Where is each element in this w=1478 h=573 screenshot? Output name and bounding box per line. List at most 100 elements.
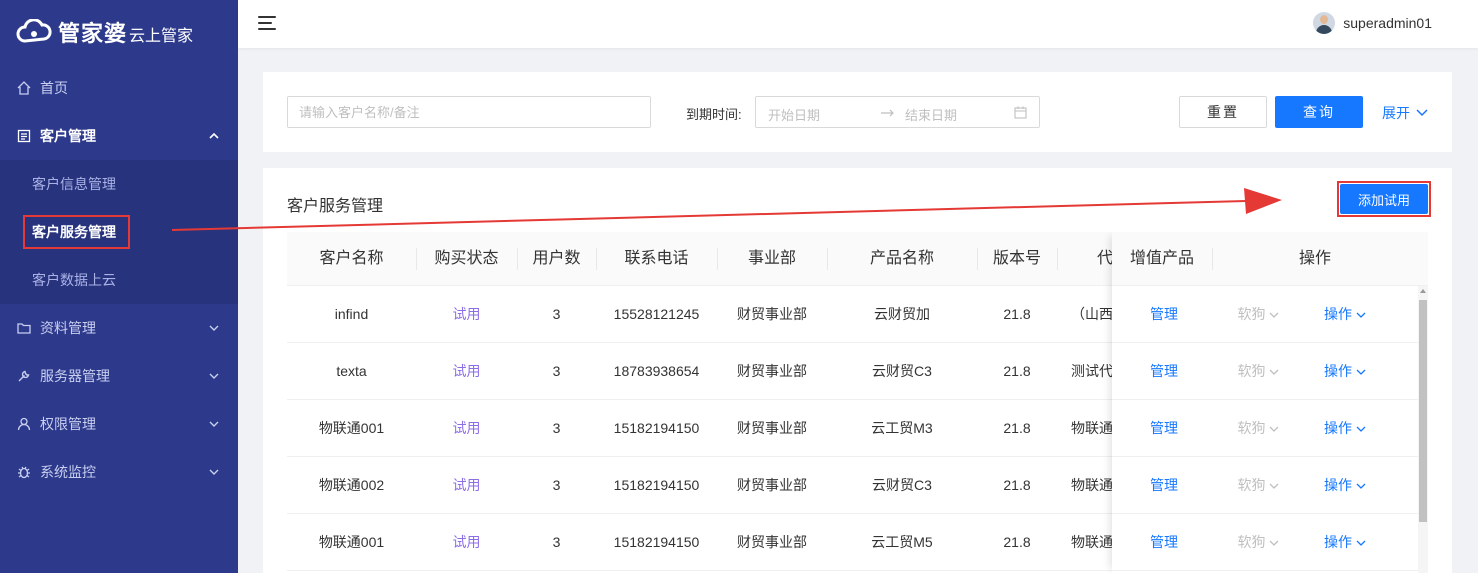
cell-version: 21.8 [1003, 420, 1031, 436]
sidebar-item-label: 系统监控 [40, 464, 96, 480]
sidebar-item-customer[interactable]: 客户管理 [0, 112, 238, 160]
chevron-down-icon [1356, 312, 1366, 318]
chevron-up-icon [209, 132, 219, 139]
chevron-down-icon [209, 469, 219, 475]
user-icon [16, 416, 32, 432]
table-row: 管理 软狗 操作 [1112, 457, 1418, 514]
cell-users: 3 [552, 477, 561, 493]
avatar [1313, 12, 1336, 34]
reset-button[interactable]: 重置 [1179, 96, 1267, 128]
scroll-up-icon[interactable] [1420, 289, 1426, 293]
sidebar: 管家婆 云上管家 首页 客户管理 客户信息管理 客户服务管理 客户数据上云 资料… [0, 0, 238, 573]
search-button[interactable]: 查询 [1275, 96, 1363, 128]
cell-agent: 物联通 [1071, 534, 1112, 550]
operation-dropdown[interactable]: 操作 [1301, 514, 1389, 571]
sidebar-item-data[interactable]: 资料管理 [0, 304, 238, 352]
customer-search-input[interactable] [287, 96, 651, 128]
manage-link[interactable]: 管理 [1112, 457, 1216, 514]
manage-link[interactable]: 管理 [1112, 343, 1216, 400]
manage-link[interactable]: 管理 [1112, 286, 1216, 343]
cell-status: 试用 [452, 420, 481, 436]
bug-icon [16, 464, 32, 480]
sidebar-item-server[interactable]: 服务器管理 [0, 352, 238, 400]
cell-phone: 15182194150 [613, 477, 700, 493]
chevron-down-icon [209, 373, 219, 379]
cell-name: 物联通001 [318, 534, 385, 550]
cell-agent: 物联通 [1071, 420, 1112, 436]
folder-icon [16, 320, 32, 336]
date-range-picker[interactable]: 开始日期 结束日期 [755, 96, 1040, 128]
brand-name: 管家婆 [58, 21, 128, 46]
soft-dog-dropdown[interactable]: 软狗 [1216, 514, 1301, 571]
chevron-down-icon [1356, 426, 1366, 432]
cell-name: 物联通001 [318, 420, 385, 436]
wrench-icon [16, 368, 32, 384]
user-menu[interactable]: superadmin01 [1313, 12, 1432, 34]
soft-dog-dropdown[interactable]: 软狗 [1216, 343, 1301, 400]
operation-dropdown[interactable]: 操作 [1301, 343, 1389, 400]
chevron-down-icon [1269, 369, 1279, 375]
customer-service-card: 客户服务管理 添加试用 客户名称 购买状态 用户数 联系电话 事业部 产品名称 … [263, 168, 1452, 573]
col-header: 版本号 [992, 250, 1041, 267]
cell-version: 21.8 [1003, 534, 1031, 550]
cell-product: 云财贸C3 [872, 363, 932, 379]
cell-dept: 财贸事业部 [737, 477, 807, 493]
sidebar-item-label: 客户管理 [40, 128, 96, 144]
chevron-down-icon [209, 325, 219, 331]
cell-name: texta [336, 363, 367, 379]
operation-dropdown[interactable]: 操作 [1301, 457, 1389, 514]
cell-phone: 15528121245 [613, 306, 700, 322]
cell-status: 试用 [452, 363, 481, 379]
table-row: 管理 软狗 操作 [1112, 286, 1418, 343]
sidebar-item-label: 首页 [40, 80, 68, 96]
expand-label: 展开 [1382, 105, 1410, 121]
sidebar-item-customer-info[interactable]: 客户信息管理 [0, 160, 238, 208]
chevron-down-icon [1356, 483, 1366, 489]
table-row: 管理 软狗 操作 [1112, 343, 1418, 400]
soft-dog-dropdown[interactable]: 软狗 [1216, 400, 1301, 457]
home-icon [16, 80, 32, 96]
manage-link[interactable]: 管理 [1112, 400, 1216, 457]
cell-agent: 物联通 [1071, 477, 1112, 493]
cell-agent: （山西 [1071, 306, 1112, 322]
table-row: 管理 软狗 操作 [1112, 400, 1418, 457]
table-scrollbar[interactable] [1418, 286, 1428, 573]
operation-dropdown[interactable]: 操作 [1301, 400, 1389, 457]
scroll-thumb[interactable] [1419, 300, 1427, 522]
sidebar-item-monitor[interactable]: 系统监控 [0, 448, 238, 496]
end-date-input[interactable]: 结束日期 [905, 105, 957, 124]
sidebar-item-label: 服务器管理 [40, 368, 110, 384]
cell-version: 21.8 [1003, 306, 1031, 322]
sidebar-item-customer-cloud[interactable]: 客户数据上云 [0, 256, 238, 304]
col-header: 用户数 [532, 250, 581, 267]
filter-bar: 到期时间: 开始日期 结束日期 重置 查询 展开 [263, 72, 1452, 152]
card-title: 客户服务管理 [287, 198, 384, 215]
chevron-down-icon [1269, 483, 1279, 489]
doc-icon [16, 128, 32, 144]
cell-product: 云财贸C3 [872, 477, 932, 493]
menu-toggle-icon[interactable] [258, 16, 276, 32]
sidebar-item-permission[interactable]: 权限管理 [0, 400, 238, 448]
operation-dropdown[interactable]: 操作 [1301, 286, 1389, 343]
manage-link[interactable]: 管理 [1112, 514, 1216, 571]
chevron-down-icon [1356, 540, 1366, 546]
chevron-down-icon [1416, 109, 1428, 117]
soft-dog-dropdown[interactable]: 软狗 [1216, 286, 1301, 343]
cell-status: 试用 [452, 534, 481, 550]
cell-dept: 财贸事业部 [737, 306, 807, 322]
expand-toggle[interactable]: 展开 [1382, 103, 1428, 123]
col-header: 产品名称 [869, 250, 934, 267]
sidebar-item-label: 客户数据上云 [32, 272, 116, 288]
cell-users: 3 [552, 306, 561, 322]
chevron-down-icon [1269, 426, 1279, 432]
chevron-down-icon [1356, 369, 1366, 375]
cell-status: 试用 [452, 306, 481, 322]
start-date-input[interactable]: 开始日期 [768, 105, 820, 124]
chevron-down-icon [209, 421, 219, 427]
chevron-down-icon [1269, 540, 1279, 546]
col-header: 联系电话 [624, 250, 689, 267]
soft-dog-dropdown[interactable]: 软狗 [1216, 457, 1301, 514]
sidebar-item-home[interactable]: 首页 [0, 64, 238, 112]
col-header: 增值产品 [1129, 250, 1194, 267]
fixed-right-columns: 增值产品 操作 管理 软狗 操作 管理 软狗 操作 管理 软狗 操作 管理 软狗 [1112, 232, 1428, 573]
